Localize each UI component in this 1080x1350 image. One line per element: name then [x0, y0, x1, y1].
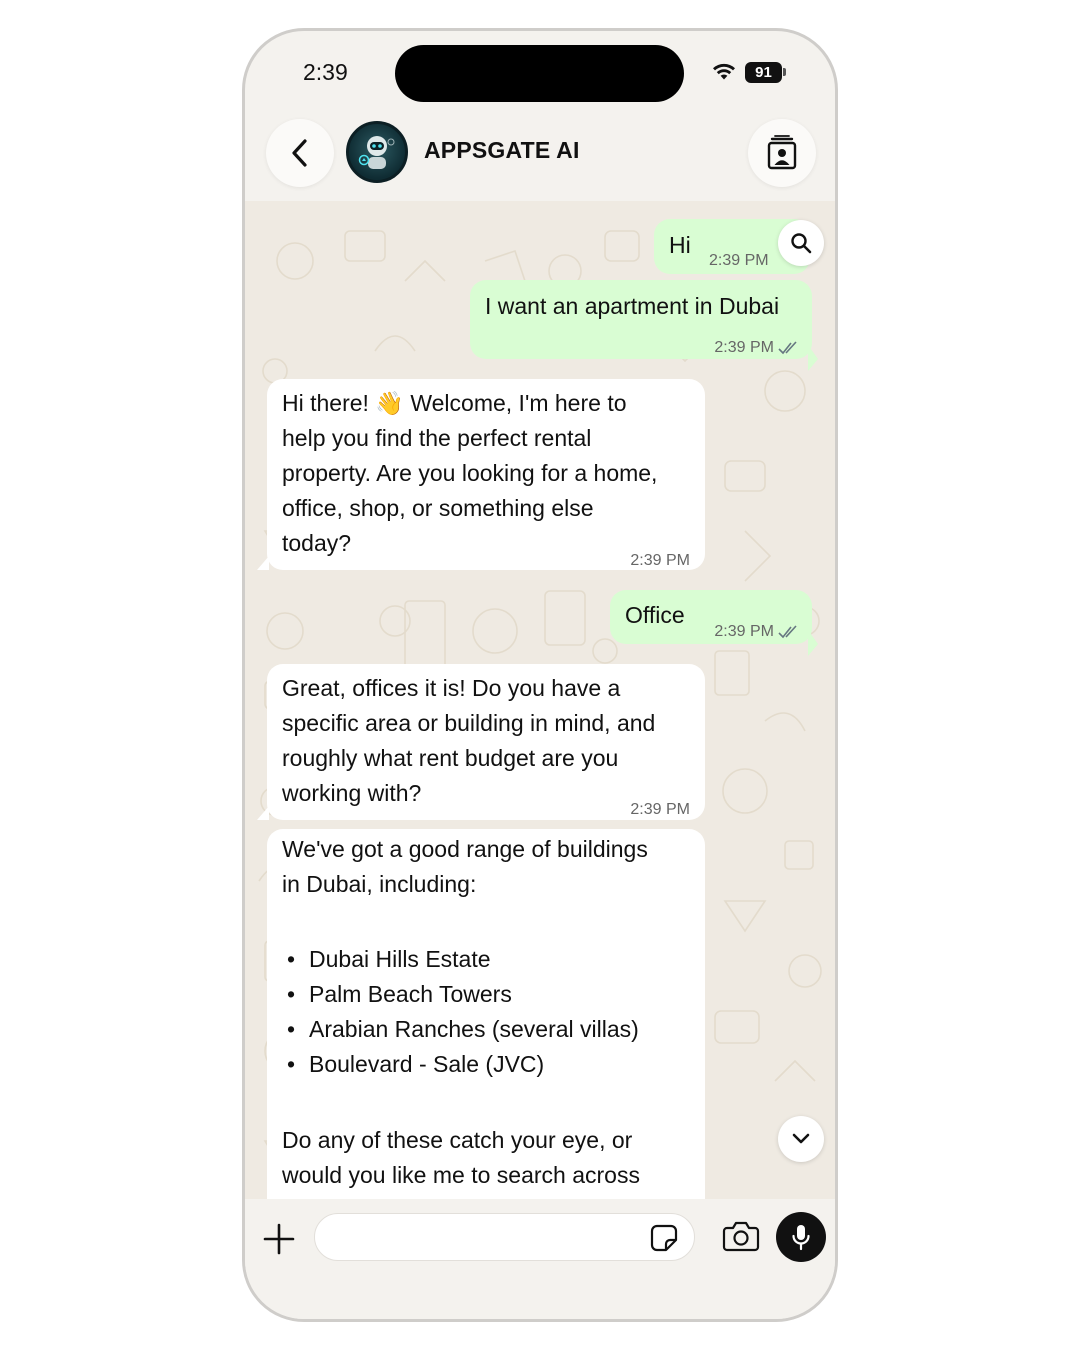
list-item: Palm Beach Towers	[282, 977, 648, 1012]
list-item: Dubai Hills Estate	[282, 942, 648, 977]
bubble-tail	[257, 806, 269, 820]
message-line: today?	[282, 530, 352, 556]
double-check-icon	[778, 340, 797, 354]
scroll-down-button[interactable]	[778, 1116, 824, 1162]
message-meta: 2:39 PM	[630, 792, 690, 827]
message-line: office, shop, or something else	[282, 495, 594, 521]
message-line: would you like me to search across	[282, 1162, 640, 1188]
list-item: Arabian Ranches (several villas)	[282, 1012, 648, 1047]
message-line: We've got a good range of buildings	[282, 836, 648, 862]
camera-button[interactable]	[721, 1219, 761, 1253]
message-bubble-incoming[interactable]: Hi there! 👋 Welcome, I'm here to help yo…	[267, 379, 705, 570]
battery-icon: 91	[745, 62, 782, 83]
message-meta: 2:39 PM	[630, 543, 690, 578]
message-text: Hi	[669, 232, 691, 258]
robot-avatar	[358, 136, 395, 169]
message-line: property. Are you looking for a home,	[282, 460, 658, 486]
wifi-icon	[713, 63, 735, 80]
chat-area[interactable]: Hi 2:39 PM I want an apartment in Dubai …	[245, 201, 835, 1199]
list-item: Boulevard - Sale (JVC)	[282, 1047, 648, 1082]
bubble-tail	[257, 556, 269, 570]
message-bubble-incoming[interactable]: Great, offices it is! Do you have a spec…	[267, 664, 705, 820]
sticker-icon	[650, 1224, 678, 1252]
message-time: 2:39 PM	[630, 552, 690, 569]
voice-message-button[interactable]	[776, 1212, 826, 1262]
message-time: 2:39 PM	[709, 252, 769, 269]
chevron-down-icon	[792, 1133, 810, 1144]
status-time: 2:39	[303, 59, 348, 85]
attach-button[interactable]	[261, 1221, 297, 1257]
contact-card-icon	[767, 135, 797, 170]
message-bubble-outgoing[interactable]: I want an apartment in Dubai 2:39 PM	[470, 280, 812, 359]
avatar[interactable]	[346, 121, 408, 183]
battery-nub	[783, 68, 786, 76]
search-button[interactable]	[778, 220, 824, 266]
status-bar: 2:39 91	[245, 31, 835, 121]
bubble-tail	[808, 630, 818, 656]
message-line: Great, offices it is! Do you have a	[282, 675, 621, 701]
message-time: 2:39 PM	[714, 339, 774, 356]
message-meta: 2:39 PM	[714, 614, 800, 649]
composer-bar	[245, 1199, 835, 1319]
phone-frame: 2:39 91 APPSGATE AI Hi 2:39 PM I want an…	[242, 28, 838, 1322]
message-line: roughly what rent budget are you	[282, 745, 619, 771]
sticker-button[interactable]	[649, 1223, 679, 1253]
message-text: Hi there! 👋 Welcome, I'm here to help yo…	[282, 386, 657, 561]
message-text: Office	[625, 602, 685, 628]
message-line: in Dubai, including:	[282, 871, 477, 897]
message-meta: 2:39 PM	[714, 330, 800, 365]
mic-icon	[792, 1225, 810, 1251]
message-input[interactable]	[333, 1214, 633, 1260]
message-text: We've got a good range of buildings in D…	[282, 832, 648, 1193]
chat-header: APPSGATE AI	[245, 117, 835, 201]
search-icon	[791, 233, 812, 254]
back-button[interactable]	[266, 119, 334, 187]
building-list: Dubai Hills Estate Palm Beach Towers Ara…	[282, 942, 648, 1082]
chevron-left-icon	[292, 139, 307, 167]
bubble-tail	[808, 345, 818, 371]
message-line: Do any of these catch your eye, or	[282, 1127, 633, 1153]
message-input-wrapper[interactable]	[314, 1213, 695, 1261]
contact-name[interactable]: APPSGATE AI	[424, 137, 580, 164]
message-time: 2:39 PM	[714, 623, 774, 640]
message-text: Great, offices it is! Do you have a spec…	[282, 671, 655, 811]
message-line: help you find the perfect rental	[282, 425, 592, 451]
camera-icon	[722, 1221, 760, 1252]
message-meta: 2:39 PM	[709, 243, 769, 278]
double-check-icon	[778, 624, 797, 638]
message-bubble-outgoing[interactable]: Office 2:39 PM	[610, 590, 812, 644]
contact-info-button[interactable]	[748, 119, 816, 187]
dynamic-island	[395, 45, 684, 102]
message-bubble-incoming[interactable]: We've got a good range of buildings in D…	[267, 829, 705, 1199]
message-line: working with?	[282, 780, 422, 806]
plus-icon	[263, 1223, 295, 1255]
message-line: Hi there! 👋 Welcome, I'm here to	[282, 390, 627, 416]
message-line: specific area or building in mind, and	[282, 710, 656, 736]
message-time: 2:39 PM	[630, 801, 690, 818]
message-text: I want an apartment in Dubai	[485, 293, 780, 319]
